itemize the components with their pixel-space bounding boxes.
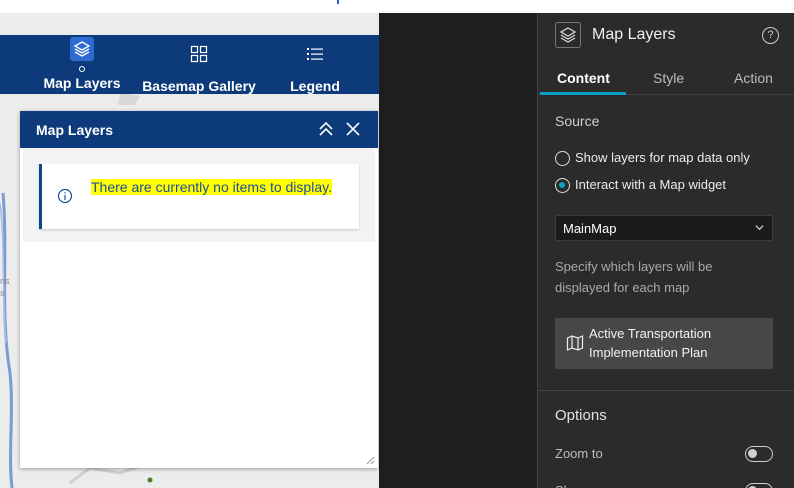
map-layers-panel: Map Layers There are currently no items … [20,111,378,468]
empty-notice: There are currently no items to display. [39,164,359,229]
help-icon[interactable]: ? [762,27,779,44]
basemap-grid-icon [188,43,210,64]
map-select-value: MainMap [563,221,617,236]
double-chevron-up-icon [319,121,333,136]
close-icon [346,122,360,136]
highlighted-message-text: There are currently no items to display. [91,179,332,195]
basemap-gallery-label: Basemap Gallery [142,78,256,94]
map-list-item[interactable]: Active Transportation Implementation Pla… [555,318,773,369]
map-icon [566,335,584,351]
tab-action[interactable]: Action [734,70,773,86]
settings-tabs: Content Style Action [538,65,794,95]
legend-label: Legend [290,78,340,94]
active-indicator-dot [79,66,85,72]
map-layers-label: Map Layers [43,75,121,91]
radio-map-widget[interactable] [555,178,570,193]
settings-panel: Map Layers ? Content Style Action Source… [537,13,794,488]
map-label-fragment: ns [0,276,10,286]
panel-title: Map Layers [36,122,114,138]
legend-list-icon [304,43,326,64]
zoom-to-label: Zoom to [555,446,603,461]
top-strip [0,0,537,13]
legend-button[interactable]: Legend [288,35,342,94]
truncated-option-label: Sh [555,483,571,488]
chevron-down-icon [755,225,764,231]
panel-header: Map Layers [20,111,378,148]
source-label: Source [555,113,600,129]
tab-style[interactable]: Style [653,70,684,86]
options-label: Options [555,407,607,424]
zoom-to-toggle[interactable] [745,446,773,462]
layers-hint-text: Specify which layers will be displayed f… [555,259,713,295]
map-label-fragment: s [0,288,5,298]
resize-handle-icon[interactable] [365,455,375,465]
radio-map-widget-label[interactable]: Interact with a Map widget [575,177,726,192]
tab-content[interactable]: Content [557,70,610,86]
basemap-gallery-button[interactable]: Basemap Gallery [142,35,256,94]
radio-map-data-only[interactable] [555,151,570,166]
builder-canvas-background [379,13,537,488]
map-select[interactable]: MainMap [555,215,773,241]
settings-title: Map Layers [592,26,676,43]
section-divider [538,390,794,391]
layers-icon [70,37,94,61]
panel-body: There are currently no items to display. [23,148,375,242]
option-toggle[interactable] [745,483,773,488]
info-icon [57,188,73,204]
collapse-button[interactable] [317,120,335,138]
widget-controller-bar: Map Layers Basemap Gallery Legend [0,35,379,94]
widget-layers-icon [555,22,581,48]
active-tab-indicator [540,92,626,95]
map-item-label: Active Transportation Implementation Pla… [589,326,712,360]
map-layers-button[interactable]: Map Layers [43,35,121,94]
close-button[interactable] [344,120,362,138]
radio-map-data-only-label[interactable]: Show layers for map data only [575,150,750,165]
page-marker [337,0,339,4]
empty-message: There are currently no items to display. [91,178,347,197]
